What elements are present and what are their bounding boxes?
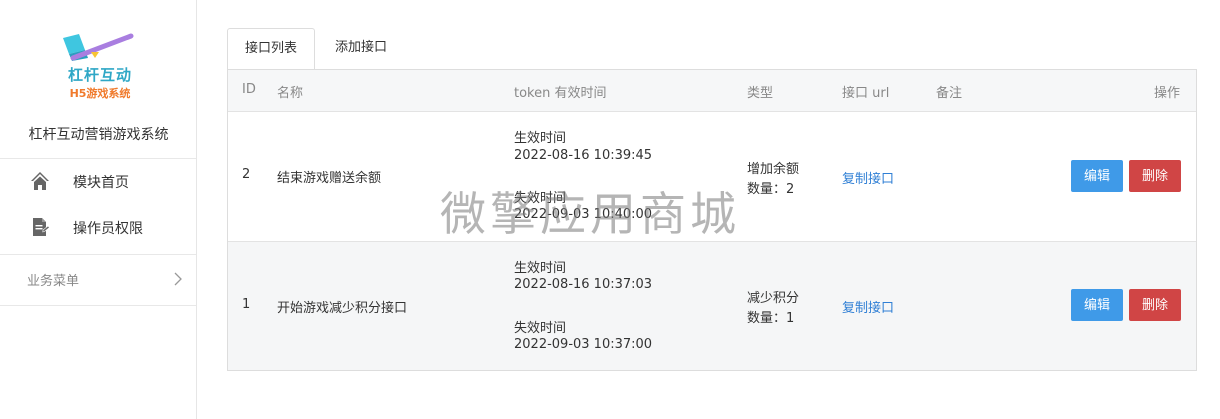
sidebar: 杠杆互动 H5游戏系统 杠杆互动营销游戏系统 模块首页 操作员权限 业务菜单 — [0, 0, 197, 419]
document-icon — [30, 217, 50, 237]
edit-button[interactable]: 编辑 — [1071, 289, 1123, 321]
sidebar-item-home[interactable]: 模块首页 — [0, 161, 196, 201]
cell-type-name: 减少积分 — [747, 291, 800, 306]
logo-graphic-icon — [63, 33, 134, 61]
delete-button[interactable]: 删除 — [1129, 289, 1181, 321]
copy-interface-link[interactable]: 复制接口 — [842, 168, 894, 187]
cell-type-quantity: 数量：2 — [747, 182, 795, 197]
tab-add-interface[interactable]: 添加接口 — [317, 28, 405, 70]
cell-name: 结束游戏赠送余额 — [277, 171, 382, 186]
sidebar-divider — [0, 254, 196, 255]
home-icon — [30, 171, 50, 191]
sidebar-divider — [0, 305, 196, 306]
business-menu-label: 业务菜单 — [27, 274, 80, 289]
sidebar-item-label: 模块首页 — [73, 175, 129, 191]
system-name: 杠杆互动营销游戏系统 — [28, 127, 169, 143]
delete-button[interactable]: 删除 — [1129, 160, 1181, 192]
cell-end-time: 2022-09-03 10:37:00 — [514, 337, 653, 352]
cell-start-label: 生效时间 — [514, 261, 567, 276]
cell-start-label: 生效时间 — [514, 131, 567, 146]
header-token-time: token 有效时间 — [514, 86, 607, 101]
cell-name: 开始游戏减少积分接口 — [277, 301, 408, 316]
cell-start-time: 2022-08-16 10:37:03 — [514, 277, 653, 292]
cell-type-name: 增加余额 — [747, 162, 800, 177]
table-row: 1 开始游戏减少积分接口 生效时间 2022-08-16 10:37:03 失效… — [228, 242, 1196, 370]
copy-interface-link[interactable]: 复制接口 — [842, 297, 894, 316]
sidebar-item-label: 操作员权限 — [73, 221, 143, 237]
logo-title: 杠杆互动 — [67, 66, 132, 84]
sidebar-divider — [0, 158, 196, 159]
header-actions: 操作 — [1154, 86, 1181, 101]
table-header: ID 名称 token 有效时间 类型 接口 url 备注 操作 — [228, 70, 1196, 112]
header-type: 类型 — [747, 86, 774, 101]
logo-subtitle: H5游戏系统 — [69, 87, 131, 100]
cell-type-quantity: 数量：1 — [747, 311, 795, 326]
header-name: 名称 — [277, 86, 304, 101]
tab-interface-list[interactable]: 接口列表 — [227, 28, 315, 70]
table-row: 2 结束游戏赠送余额 生效时间 2022-08-16 10:39:45 失效时间… — [228, 112, 1196, 242]
chevron-right-icon — [172, 272, 184, 286]
header-url: 接口 url — [842, 86, 890, 101]
cell-end-time: 2022-09-03 10:40:00 — [514, 207, 653, 222]
header-id: ID — [242, 82, 256, 97]
edit-button[interactable]: 编辑 — [1071, 160, 1123, 192]
business-menu-toggle[interactable]: 业务菜单 — [0, 259, 196, 299]
logo: 杠杆互动 H5游戏系统 — [55, 28, 145, 103]
cell-id: 2 — [242, 167, 251, 182]
cell-end-label: 失效时间 — [514, 321, 567, 336]
cell-end-label: 失效时间 — [514, 191, 567, 206]
interface-table: ID 名称 token 有效时间 类型 接口 url 备注 操作 2 结束游戏赠… — [227, 69, 1197, 371]
cell-id: 1 — [242, 297, 251, 312]
header-remark: 备注 — [936, 86, 963, 101]
sidebar-item-operator-permissions[interactable]: 操作员权限 — [0, 207, 196, 247]
cell-start-time: 2022-08-16 10:39:45 — [514, 148, 653, 163]
